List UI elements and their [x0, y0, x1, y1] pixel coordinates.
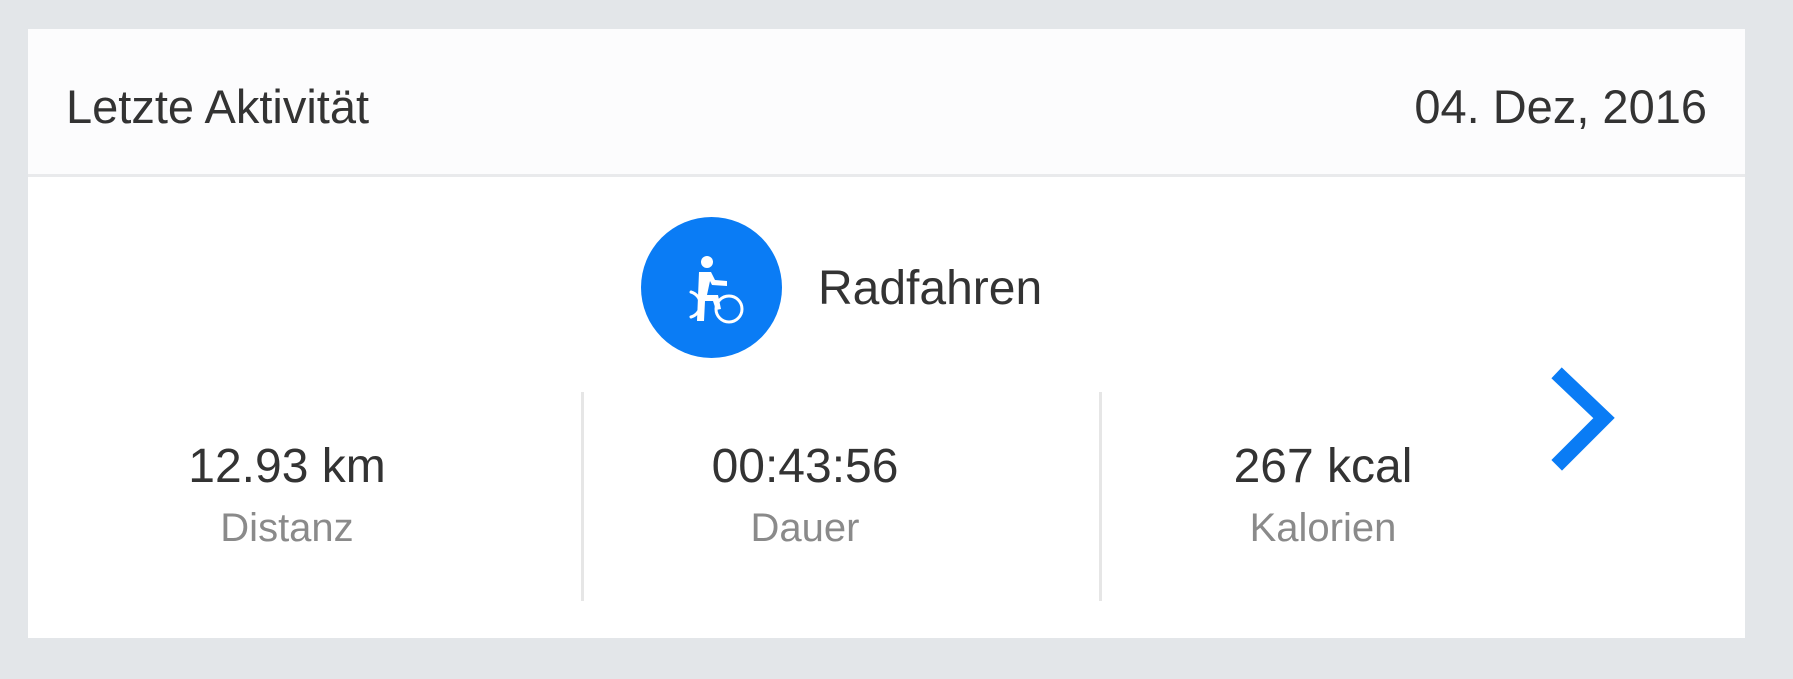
card-title: Letzte Aktivität — [66, 80, 370, 133]
stat-value: 267 kcal — [1233, 440, 1413, 493]
stat-label: Distanz — [220, 506, 354, 550]
activity-date: 04. Dez, 2016 — [1414, 80, 1707, 133]
stat-label: Kalorien — [1249, 506, 1397, 550]
stat-label: Dauer — [750, 506, 860, 550]
stat-value: 00:43:56 — [711, 440, 899, 493]
stat-calories: 267 kcal Kalorien — [1064, 439, 1582, 552]
stat-value: 12.93 km — [188, 440, 386, 493]
stat-duration: 00:43:56 Dauer — [546, 439, 1064, 552]
activity-type-label: Radfahren — [818, 262, 1043, 315]
last-activity-card[interactable]: Letzte Aktivität 04. Dez, 2016 Radfahren… — [28, 29, 1745, 638]
stat-distance: 12.93 km Distanz — [28, 439, 546, 552]
cycling-icon — [641, 217, 782, 358]
chevron-right-icon[interactable] — [1538, 364, 1630, 484]
card-header: Letzte Aktivität 04. Dez, 2016 — [28, 29, 1745, 177]
